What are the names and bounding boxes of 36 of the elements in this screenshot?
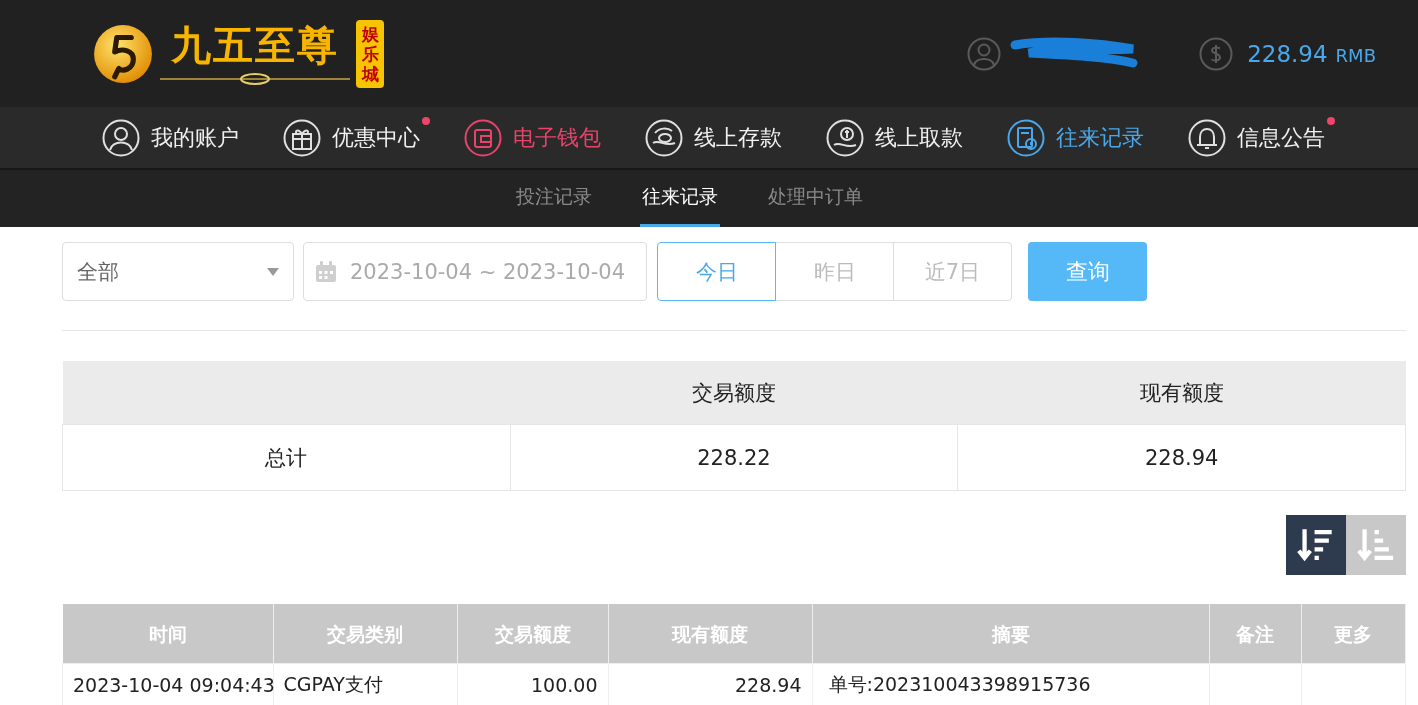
user-icon [967, 36, 1002, 71]
table-cell: 228.94 [957, 424, 1406, 491]
calendar-icon [314, 259, 338, 284]
nav-item[interactable]: 我的账户 [101, 118, 249, 157]
column-header: 交易额度 [510, 361, 958, 425]
nav-item[interactable]: 优惠中心 [282, 118, 430, 157]
dollar-icon [1199, 36, 1234, 71]
table-cell: 总计 [62, 424, 511, 491]
currency-label: RMB [1335, 45, 1376, 66]
table-cell: 100.00 [457, 663, 608, 705]
nav-item[interactable]: 线上取款 [825, 118, 973, 157]
table-cell: 2023-10-04 09:04:43 [62, 663, 273, 705]
tab[interactable]: 往来记录 [639, 170, 720, 227]
wallet-icon [463, 118, 502, 157]
nav-item[interactable]: 往来记录 [1006, 118, 1154, 157]
nav-item[interactable]: 电子钱包 [463, 118, 611, 157]
tab[interactable]: 处理中订单 [765, 170, 865, 227]
type-select[interactable]: 全部 [62, 242, 294, 301]
table-cell: 单号:202310043398915736 [812, 663, 1209, 705]
nav-item[interactable]: 信息公告 [1187, 118, 1335, 157]
table-cell: 228.22 [510, 424, 958, 491]
table-cell: 228.94 [608, 663, 812, 705]
gift-icon [282, 118, 321, 157]
caret-icon [267, 267, 279, 276]
document-clock-icon [1006, 118, 1045, 157]
column-header: 现有额度 [957, 361, 1406, 425]
table-cell: CGPAY支付 [273, 663, 457, 705]
balance-amount: 228.94 [1247, 40, 1328, 67]
sort-button[interactable] [1286, 515, 1346, 575]
bell-icon [1187, 118, 1226, 157]
logo-five-icon [92, 22, 154, 85]
nav-item[interactable]: 线上存款 [644, 118, 792, 157]
tab[interactable]: 投注记录 [513, 170, 594, 227]
logo-title: 九五至尊 [171, 22, 339, 67]
user-icon [101, 118, 140, 157]
logo-badge: 娱乐城 [356, 19, 384, 88]
